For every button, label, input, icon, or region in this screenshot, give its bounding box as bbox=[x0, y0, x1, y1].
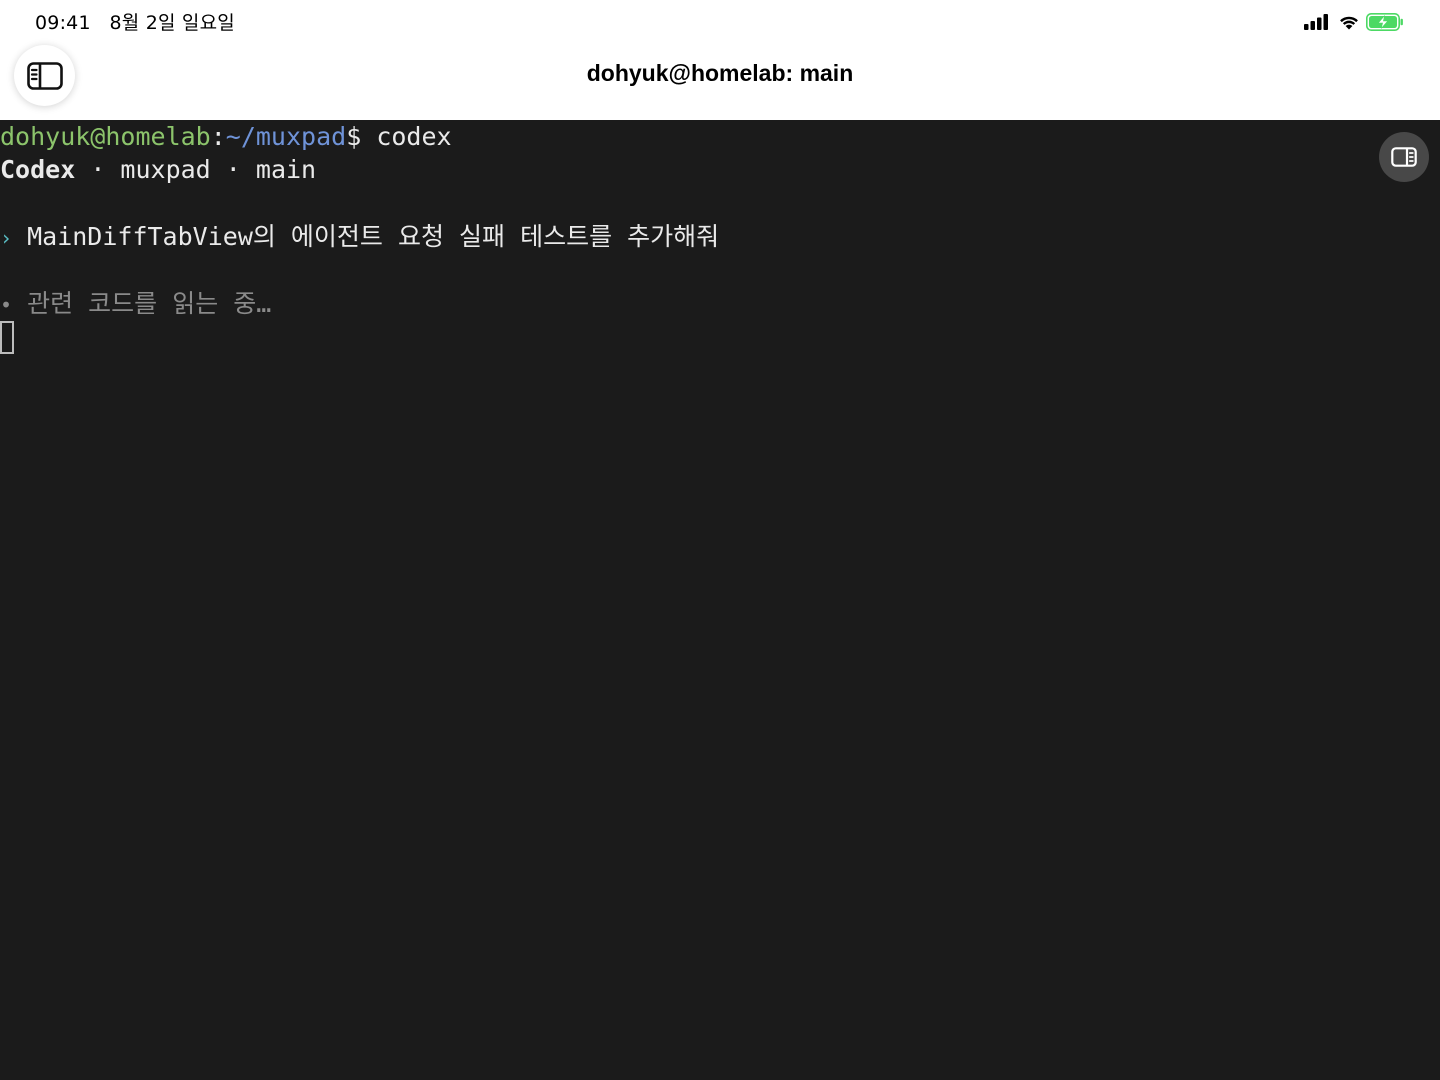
session-separator: · bbox=[210, 155, 256, 184]
prompt-path: ~/muxpad bbox=[225, 122, 347, 151]
status-bar-clock: 09:41 8월 2일 일요일 bbox=[35, 8, 235, 35]
prompt-symbol: $ bbox=[346, 122, 362, 151]
session-branch: main bbox=[255, 155, 317, 184]
terminal-cursor bbox=[0, 321, 14, 354]
user-message-marker: › bbox=[0, 226, 13, 250]
cellular-signal-icon bbox=[1304, 14, 1328, 30]
window-title: dohyuk@homelab: main bbox=[586, 60, 854, 86]
battery-charging-icon bbox=[1366, 13, 1403, 31]
status-marker: • bbox=[0, 293, 13, 317]
prompt-command: codex bbox=[361, 122, 452, 151]
status-text: 관련 코드를 읽는 중… bbox=[12, 289, 272, 318]
status-line: • 관련 코드를 읽는 중… bbox=[0, 287, 271, 321]
status-bar-indicators bbox=[1304, 11, 1404, 33]
terminal-prompt-line: dohyuk@homelab:~/muxpad$ codex bbox=[0, 120, 452, 154]
panel-toggle-button[interactable] bbox=[1379, 132, 1429, 182]
prompt-separator: : bbox=[210, 122, 226, 151]
inspector-panel-icon bbox=[1391, 147, 1417, 167]
status-time: 09:41 bbox=[35, 12, 91, 34]
user-message-text: MainDiffTabView의 에이전트 요청 실패 테스트를 추가해줘 bbox=[12, 222, 720, 251]
prompt-user-host: dohyuk@homelab bbox=[0, 122, 211, 151]
status-date: 8월 2일 일요일 bbox=[109, 12, 235, 34]
session-repo: muxpad bbox=[120, 155, 211, 184]
wifi-icon bbox=[1340, 16, 1358, 30]
session-app: Codex bbox=[0, 155, 76, 184]
user-message-line: › MainDiffTabView의 에이전트 요청 실패 테스트를 추가해줘 bbox=[0, 220, 719, 254]
terminal-view[interactable]: dohyuk@homelab:~/muxpad$ codex Codex · m… bbox=[0, 120, 1440, 1080]
session-info-line: Codex · muxpad · main bbox=[0, 153, 316, 187]
app-header: 09:41 8월 2일 일요일 dohyuk@homelab: main bbox=[0, 0, 1440, 120]
session-separator: · bbox=[75, 155, 121, 184]
